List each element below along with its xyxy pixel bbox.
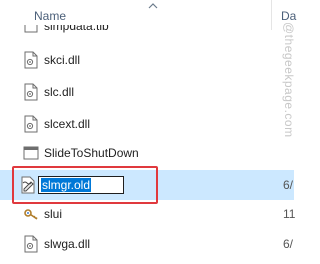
slui-key-icon [24, 209, 38, 220]
list-item[interactable]: skci.dll [0, 45, 294, 75]
file-name: slc.dll [44, 85, 75, 99]
list-item[interactable]: slcext.dll [0, 109, 294, 139]
list-item[interactable]: slwga.dll 6/ [0, 229, 294, 259]
app-file-icon [23, 146, 39, 160]
dll-file-icon [24, 51, 38, 69]
file-name: slwga.dll [44, 237, 91, 251]
file-icon [24, 25, 38, 33]
list-item[interactable]: SlideToShutDown [0, 138, 294, 168]
date-column-header[interactable]: Da [281, 9, 296, 23]
list-item[interactable]: slc.dll [0, 77, 294, 107]
name-column-header[interactable]: Name [34, 9, 66, 23]
file-name: slcext.dll [44, 117, 91, 131]
dll-file-icon [24, 235, 38, 253]
sort-ascending-icon [148, 3, 158, 9]
file-name: SlideToShutDown [44, 146, 139, 160]
watermark-text: @thegeekpage.com [282, 22, 296, 138]
dll-file-icon [24, 115, 38, 133]
file-name: slui [44, 207, 63, 221]
list-item[interactable]: slmpdata.tlb [0, 25, 294, 35]
dll-file-icon [24, 83, 38, 101]
file-name: skci.dll [44, 53, 81, 67]
file-date: 6/ [283, 237, 294, 251]
file-name: slmpdata.tlb [44, 25, 109, 33]
highlight-annotation [12, 166, 158, 204]
